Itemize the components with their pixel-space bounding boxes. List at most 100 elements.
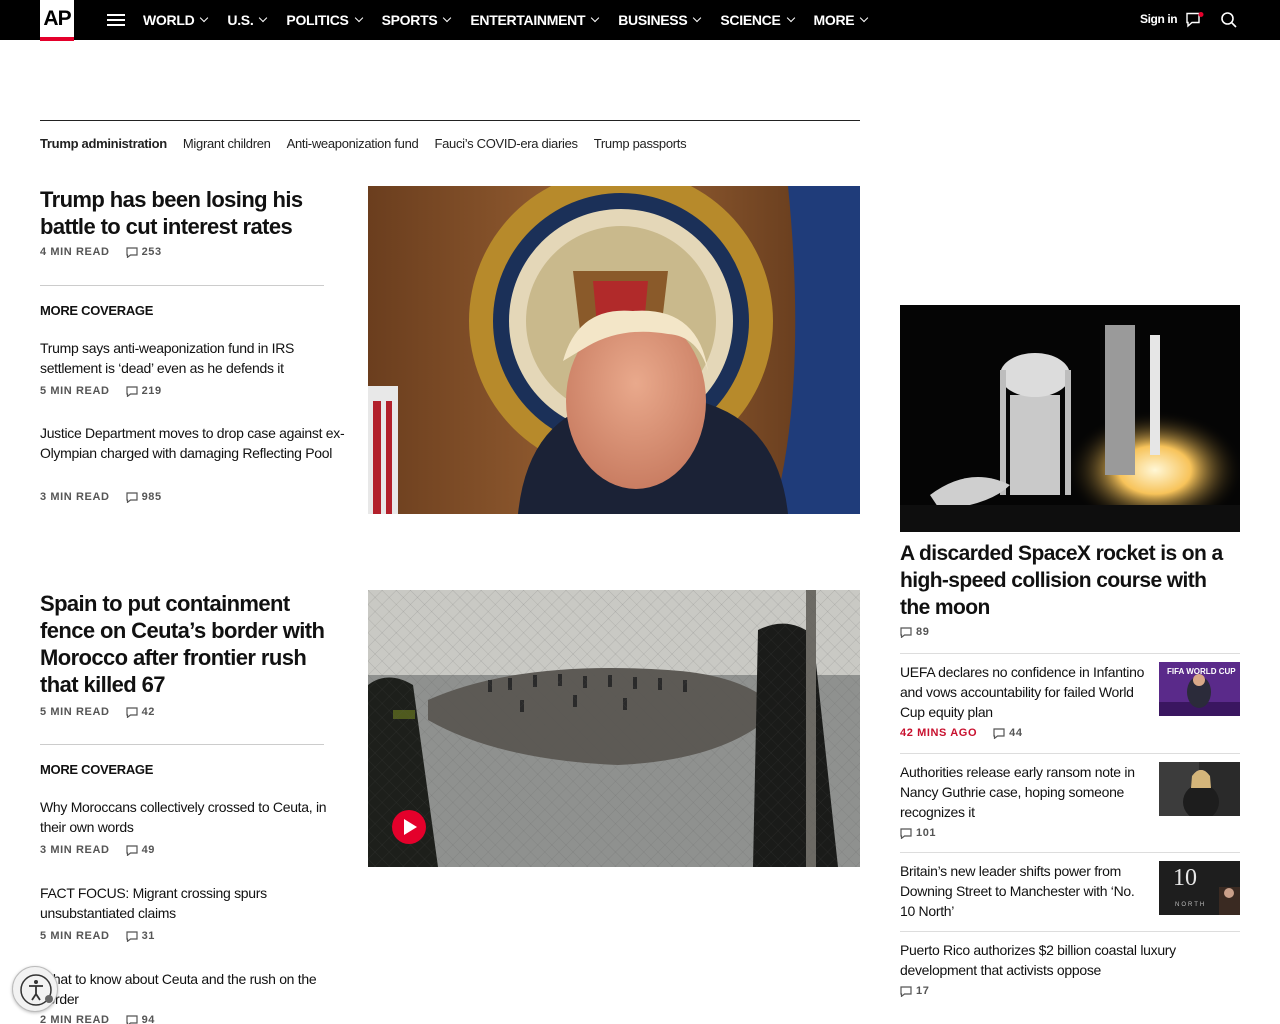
rail-story-title[interactable]: Britain’s new leader shifts power from D… xyxy=(900,861,1150,921)
related-story-title[interactable]: Trump says anti-weaponization fund in IR… xyxy=(40,338,345,378)
top-navigation-bar: AP WORLD U.S. POLITICS SPORTS ENTERTAINM… xyxy=(0,0,1280,41)
topic-fauci-diaries[interactable]: Fauci’s COVID-era diaries xyxy=(434,136,578,151)
nav-item-sports[interactable]: SPORTS xyxy=(382,12,452,28)
chevron-down-icon xyxy=(693,13,702,23)
accessibility-widget-button[interactable] xyxy=(12,966,58,1012)
topic-bar-rule xyxy=(40,120,860,121)
topic-migrant-children[interactable]: Migrant children xyxy=(183,136,271,151)
nav-item-more[interactable]: MORE xyxy=(814,12,869,28)
comment-count[interactable]: 49 xyxy=(125,844,155,856)
nancy-guthrie-image xyxy=(1159,762,1240,816)
comment-count[interactable]: 17 xyxy=(900,985,929,997)
comment-count[interactable]: 94 xyxy=(125,1014,155,1024)
notifications-chat-icon[interactable] xyxy=(1186,12,1204,28)
comment-count[interactable]: 44 xyxy=(993,727,1022,739)
comment-count[interactable]: 89 xyxy=(900,626,929,638)
divider xyxy=(40,744,324,745)
chevron-down-icon xyxy=(200,13,209,23)
rail-story-meta: 42 MINS AGO 44 xyxy=(900,727,1023,739)
comment-icon xyxy=(993,727,1005,739)
nav-item-business[interactable]: BUSINESS xyxy=(618,12,702,28)
comment-icon xyxy=(125,1014,138,1024)
rail-feature-headline[interactable]: A discarded SpaceX rocket is on a high-s… xyxy=(900,540,1240,621)
related-story-meta: 5 MIN READ 219 xyxy=(40,385,162,397)
comment-icon xyxy=(125,706,138,718)
rail-story-meta: 101 xyxy=(900,827,936,839)
sign-in-link[interactable]: Sign in xyxy=(1140,12,1178,26)
topic-trump-administration[interactable]: Trump administration xyxy=(40,136,167,151)
chevron-down-icon xyxy=(354,13,363,23)
topic-trump-passports[interactable]: Trump passports xyxy=(594,136,687,151)
story1-headline[interactable]: Trump has been losing his battle to cut … xyxy=(40,186,340,240)
chevron-down-icon xyxy=(590,13,600,23)
nav-item-politics[interactable]: POLITICS xyxy=(286,12,363,28)
read-time: 4 MIN READ xyxy=(40,246,110,258)
read-time: 2 MIN READ xyxy=(40,1014,110,1024)
timestamp: 42 MINS AGO xyxy=(900,727,978,739)
comment-count[interactable]: 253 xyxy=(125,246,162,258)
comment-count[interactable]: 101 xyxy=(900,827,936,839)
chevron-down-icon xyxy=(259,13,268,23)
chevron-down-icon xyxy=(443,13,452,23)
story2-headline[interactable]: Spain to put containment fence on Ceuta’… xyxy=(40,590,340,698)
comment-count[interactable]: 31 xyxy=(125,930,155,942)
search-icon[interactable] xyxy=(1220,11,1238,29)
comment-icon xyxy=(900,827,912,839)
rail-feature-photo[interactable] xyxy=(900,305,1240,532)
chevron-down-icon xyxy=(786,13,795,23)
topic-anti-weaponization-fund[interactable]: Anti-weaponization fund xyxy=(287,136,419,151)
hamburger-menu-icon[interactable] xyxy=(107,14,125,26)
nav-item-world[interactable]: WORLD xyxy=(143,12,209,28)
fifa-world-cup-image: FIFA WORLD CUP xyxy=(1159,662,1240,716)
divider xyxy=(40,285,324,286)
story2-video-thumbnail[interactable] xyxy=(368,590,860,867)
read-time: 5 MIN READ xyxy=(40,930,110,942)
rail-divider xyxy=(900,753,1240,754)
comment-icon xyxy=(125,491,138,503)
related-story-meta: 3 MIN READ 49 xyxy=(40,844,155,856)
related-story-title[interactable]: FACT FOCUS: Migrant crossing spurs unsub… xyxy=(40,883,345,923)
related-story-meta: 5 MIN READ 31 xyxy=(40,930,155,942)
comment-icon xyxy=(125,844,138,856)
comment-count[interactable]: 985 xyxy=(125,491,162,503)
related-story-title[interactable]: Why Moroccans collectively crossed to Ce… xyxy=(40,797,345,837)
rail-divider xyxy=(900,852,1240,853)
rail-story-title[interactable]: Authorities release early ransom note in… xyxy=(900,762,1150,822)
rocket-launch-image xyxy=(900,305,1240,532)
related-story-title[interactable]: What to know about Ceuta and the rush on… xyxy=(40,969,345,1009)
story1-photo[interactable] xyxy=(368,186,860,514)
more-coverage-label: MORE COVERAGE xyxy=(40,762,154,777)
related-story-meta: 3 MIN READ 985 xyxy=(40,491,162,503)
more-coverage-label: MORE COVERAGE xyxy=(40,303,154,318)
chevron-down-icon xyxy=(860,13,869,23)
ceuta-border-image xyxy=(368,590,860,867)
thumb-text: FIFA WORLD CUP xyxy=(1167,667,1236,676)
comment-count[interactable]: 219 xyxy=(125,385,162,397)
related-story-title[interactable]: Justice Department moves to drop case ag… xyxy=(40,423,345,463)
rail-feature-meta: 89 xyxy=(900,626,929,638)
rail-story-title[interactable]: UEFA declares no confidence in Infantino… xyxy=(900,662,1150,722)
rail-divider xyxy=(900,653,1240,654)
comment-icon xyxy=(900,985,912,997)
comment-icon xyxy=(125,385,138,397)
logo-text: AP xyxy=(43,6,71,30)
read-time: 5 MIN READ xyxy=(40,385,110,397)
trending-topics-bar: Trump administration Migrant children An… xyxy=(40,136,702,151)
related-story-meta: 2 MIN READ 94 xyxy=(40,1014,155,1024)
nav-item-us[interactable]: U.S. xyxy=(227,12,268,28)
rail-story-thumbnail[interactable]: FIFA WORLD CUP xyxy=(1159,662,1240,716)
rail-story-title[interactable]: Puerto Rico authorizes $2 billion coasta… xyxy=(900,940,1240,980)
ap-logo[interactable]: AP xyxy=(40,0,74,41)
rail-story-meta: 17 xyxy=(900,985,929,997)
thumb-subtext: NORTH xyxy=(1175,902,1206,908)
rail-story-thumbnail[interactable] xyxy=(1159,762,1240,816)
accessibility-icon xyxy=(20,974,53,1006)
trump-photo-image xyxy=(368,186,860,514)
thumb-text: 10 xyxy=(1173,865,1197,891)
nav-item-science[interactable]: SCIENCE xyxy=(720,12,795,28)
rail-story-thumbnail[interactable]: 10 NORTH xyxy=(1159,861,1240,915)
nav-items: WORLD U.S. POLITICS SPORTS ENTERTAINMENT… xyxy=(143,0,887,40)
comment-count[interactable]: 42 xyxy=(125,706,155,718)
comment-icon xyxy=(900,626,912,638)
nav-item-entertainment[interactable]: ENTERTAINMENT xyxy=(470,12,600,28)
